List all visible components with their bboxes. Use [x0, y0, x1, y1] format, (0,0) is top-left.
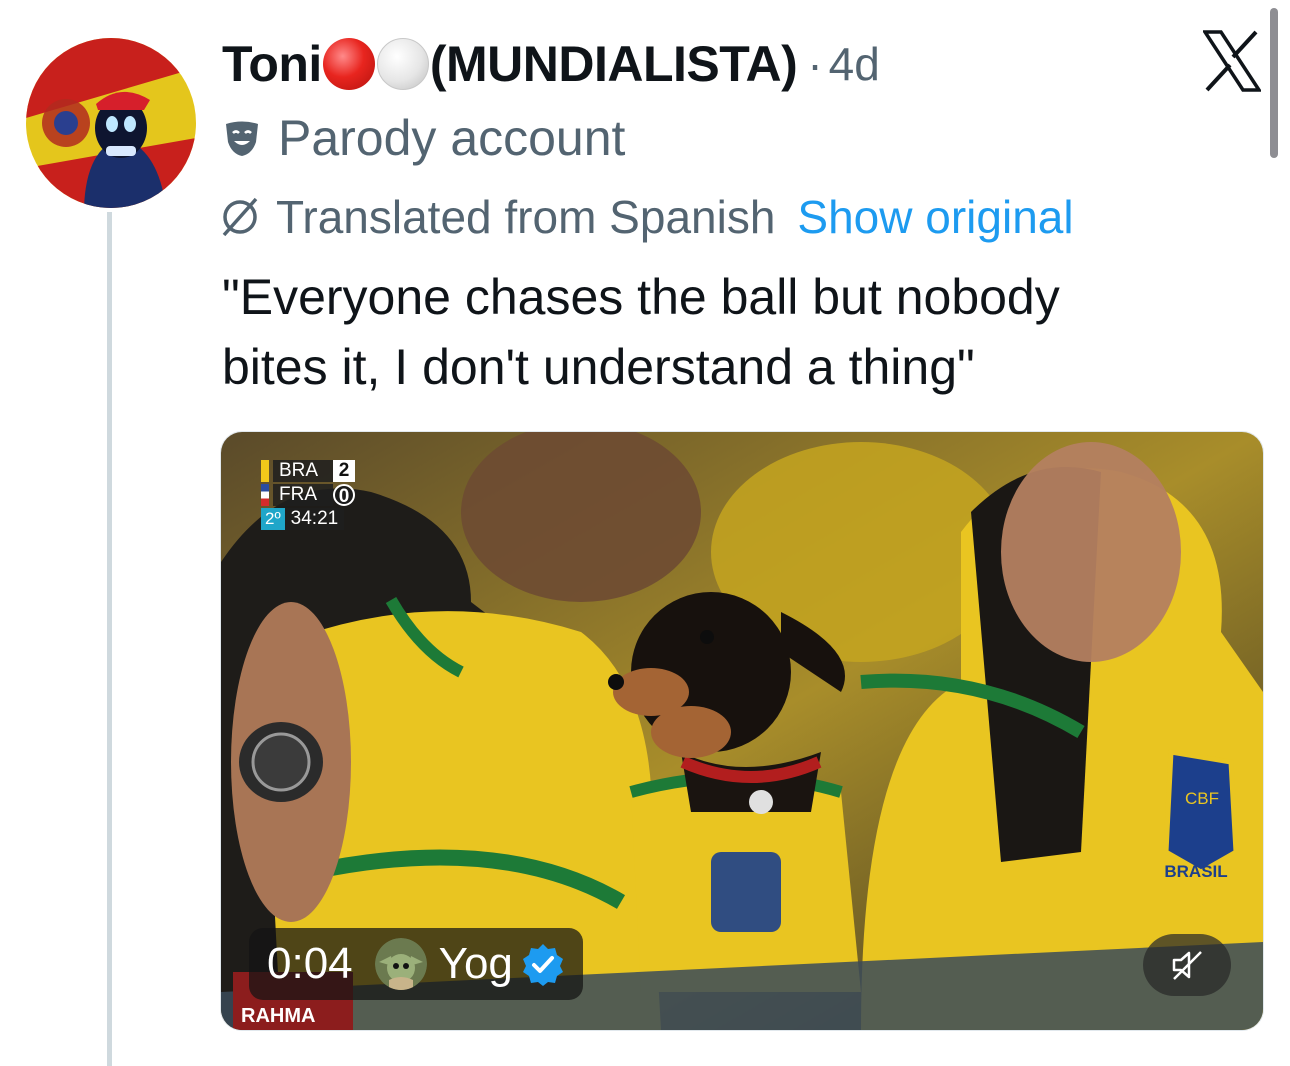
team1-score: 2: [333, 460, 355, 482]
video-timestamp: 0:04: [267, 939, 353, 988]
video-info-pill[interactable]: 0:04 Yog: [249, 928, 583, 1000]
author-display-name-suffix[interactable]: (MUNDIALISTA): [430, 35, 798, 93]
author-header: Toni (MUNDIALISTA) · 4d: [222, 34, 880, 94]
tweet-text: "Everyone chases the ball but nobody bit…: [222, 262, 1232, 402]
cup-text: RAHMA: [241, 1005, 315, 1027]
uploader-name[interactable]: Yog: [439, 939, 513, 989]
white-circle-emoji: [376, 38, 429, 90]
match-period: 2º: [261, 508, 285, 530]
speaker-muted-icon: [1172, 951, 1202, 980]
uploader-avatar: [374, 938, 427, 990]
author-avatar[interactable]: [26, 38, 196, 208]
video-player[interactable]: CBF BRASIL RAHMA BRA 2 FRA 0 2º 34:21 0:…: [220, 431, 1264, 1031]
verified-badge-icon: [522, 944, 563, 986]
author-display-name[interactable]: Toni: [222, 35, 322, 93]
tweet-timestamp[interactable]: 4d: [829, 37, 880, 91]
match-clock: 34:21: [284, 508, 345, 530]
team1-color-bar: [261, 460, 269, 482]
jersey-text: BRASIL: [1164, 862, 1227, 881]
red-circle-emoji: [322, 38, 375, 90]
team2-score: 0: [333, 484, 355, 507]
translate-globe-icon: [222, 197, 258, 237]
show-original-link[interactable]: Show original: [797, 190, 1073, 244]
mute-toggle-button[interactable]: [1143, 934, 1231, 996]
x-logo-icon: [1203, 30, 1261, 92]
theater-mask-icon: [226, 121, 258, 156]
translation-label: Translated from Spanish: [276, 191, 776, 243]
translation-bar: Translated from Spanish Show original: [218, 190, 1074, 244]
parody-label: Parody account: [222, 110, 625, 166]
thread-connector-line: [107, 212, 112, 1066]
scoreboard-overlay: BRA 2 FRA 0 2º 34:21: [261, 459, 355, 531]
avatar-image: [26, 38, 196, 208]
team2-name: FRA: [273, 484, 333, 506]
parody-label-text: Parody account: [278, 110, 626, 166]
scrollbar[interactable]: [1270, 8, 1278, 158]
team2-color-bar: [261, 484, 269, 506]
separator-dot: ·: [807, 38, 823, 90]
crest-text: CBF: [1185, 789, 1219, 808]
tweet-text-line: bites it, I don't understand a thing": [222, 339, 975, 395]
tweet-text-line: "Everyone chases the ball but nobody: [222, 269, 1060, 325]
team1-name: BRA: [273, 460, 333, 482]
